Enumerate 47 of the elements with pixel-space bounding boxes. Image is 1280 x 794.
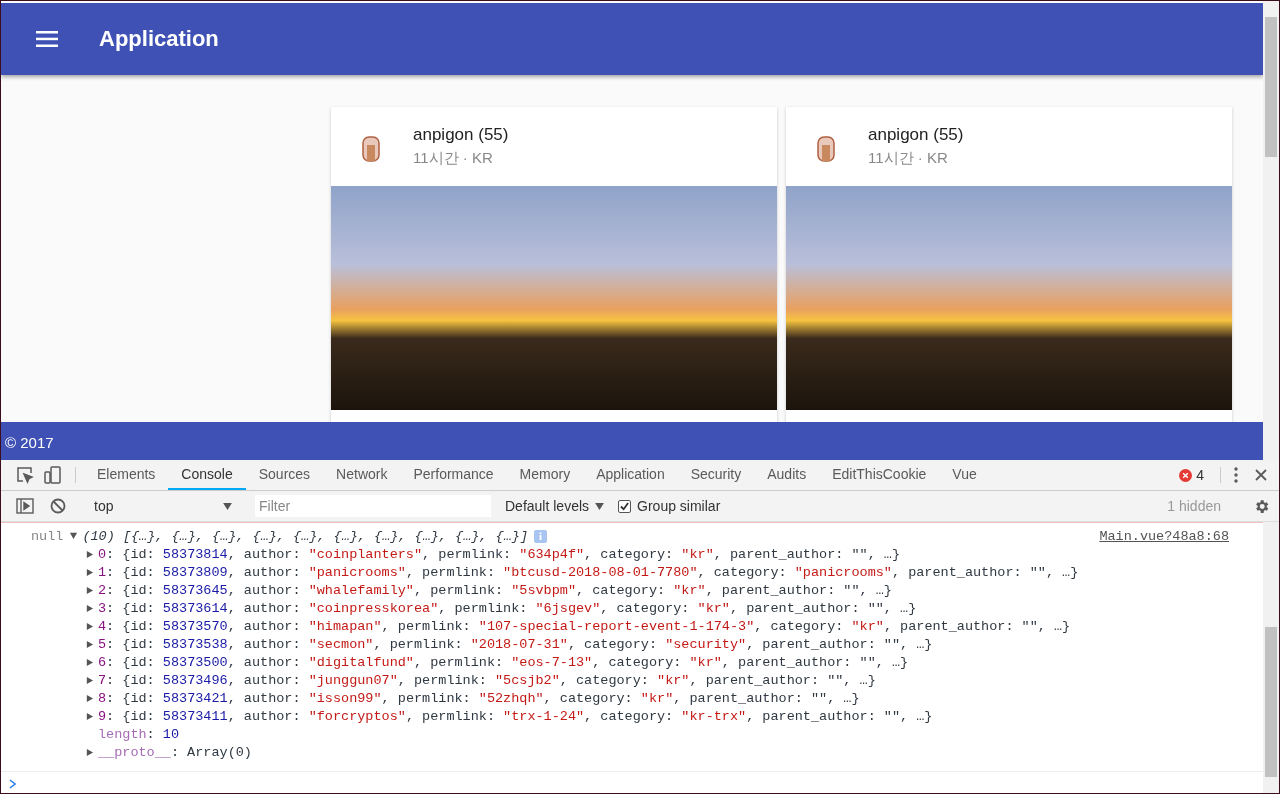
info-icon — [534, 529, 547, 543]
console-entry[interactable]: 1: {id: 58373809, author: "panicrooms", permlink: "btcusd-2018-08-01-7780", category: "panicrooms", parent_author: "", …} — [98, 564, 1079, 580]
console-log-summary[interactable]: null — [31, 528, 64, 544]
devtools-tab[interactable]: EditThisCookie — [819, 460, 940, 490]
console-entry[interactable]: 3: {id: 58373614, author: "coinpresskorea", permlink: "6jsgev", category: "kr", parent_author: "", …} — [98, 600, 917, 616]
hidden-count: 1 hidden — [1167, 498, 1221, 514]
console-entry[interactable]: 8: {id: 58373421, author: "isson99", permlink: "52zhqh", category: "kr", parent_author: "", …} — [98, 690, 860, 706]
post-author: anpigon (55) — [868, 125, 964, 145]
console-entry[interactable]: 0: {id: 58373814, author: "coinplanters", permlink: "634p4f", category: "kr", parent_author: "", …} — [98, 546, 901, 562]
devtools-tab[interactable]: Security — [677, 460, 755, 490]
devtools-tab[interactable]: Vue — [939, 460, 990, 490]
expanded-triangle-icon[interactable] — [69, 530, 79, 540]
console-entry[interactable]: 2: {id: 58373645, author: "whalefamily", permlink: "5svbpm", category: "kr", parent_author: "", …} — [98, 582, 892, 598]
devtools-tab[interactable]: Network — [323, 460, 401, 490]
devtools-tab[interactable]: Sources — [245, 460, 324, 490]
collapsed-triangle-icon[interactable] — [85, 747, 94, 757]
console-entry[interactable]: 9: {id: 58373411, author: "forcryptos", permlink: "trx-1-24", category: "kr-trx", parent_author: "", …} — [98, 708, 933, 724]
console-array-preview[interactable]: (10) [{…}, {…}, {…}, {…}, {…}, {…}, {…}, {…}, {…}, {…}] — [82, 528, 528, 544]
group-similar-label: Group similar — [637, 498, 721, 514]
scrollbar[interactable] — [1263, 1, 1279, 460]
caret-icon — [595, 502, 605, 510]
devtools-tab[interactable]: Elements — [84, 460, 169, 490]
devtools-tab[interactable]: Memory — [506, 460, 584, 490]
console-entry[interactable]: 6: {id: 58373500, author: "digitalfund", permlink: "eos-7-13", category: "kr", parent_author: "", …} — [98, 654, 909, 670]
source-link[interactable]: Main.vue?48a8:68 — [1099, 528, 1229, 544]
console-entry[interactable]: 4: {id: 58373570, author: "himapan", permlink: "107-special-report-event-1-174-3", category: "kr", parent_author: "", …} — [98, 618, 1071, 634]
context-select[interactable]: top — [88, 498, 238, 514]
post-author: anpigon (55) — [413, 125, 509, 145]
filter-field[interactable]: Filter — [255, 495, 491, 517]
devtools-tab[interactable]: Application — [583, 460, 678, 490]
app-title: Application — [99, 26, 219, 52]
group-similar-checkbox[interactable] — [618, 499, 632, 513]
console-entry[interactable]: 7: {id: 58373496, author: "junggun07", permlink: "5csjb2", category: "kr", parent_author: "", …} — [98, 672, 876, 688]
devtools-tab[interactable]: Audits — [754, 460, 820, 490]
post-meta: 11시간 · KR — [413, 149, 494, 168]
devtools-tab[interactable]: Performance — [400, 460, 507, 490]
error-icon — [1179, 468, 1193, 482]
prompt-chevron-icon — [9, 779, 17, 789]
levels-dropdown[interactable]: Default levels — [499, 497, 611, 515]
console-entry[interactable]: __proto__: Array(0) — [98, 744, 252, 760]
post-meta: 11시간 · KR — [868, 149, 949, 168]
console-scrollbar[interactable] — [1263, 522, 1279, 793]
error-count: 4 — [1196, 467, 1204, 483]
console-entry: length: 10 — [98, 726, 179, 742]
console-entry[interactable]: 5: {id: 58373538, author: "secmon", permlink: "2018-07-31", category: "security", parent_author: "", …} — [98, 636, 933, 652]
caret-icon — [223, 502, 232, 510]
footer-text: © 2017 — [4, 433, 54, 451]
